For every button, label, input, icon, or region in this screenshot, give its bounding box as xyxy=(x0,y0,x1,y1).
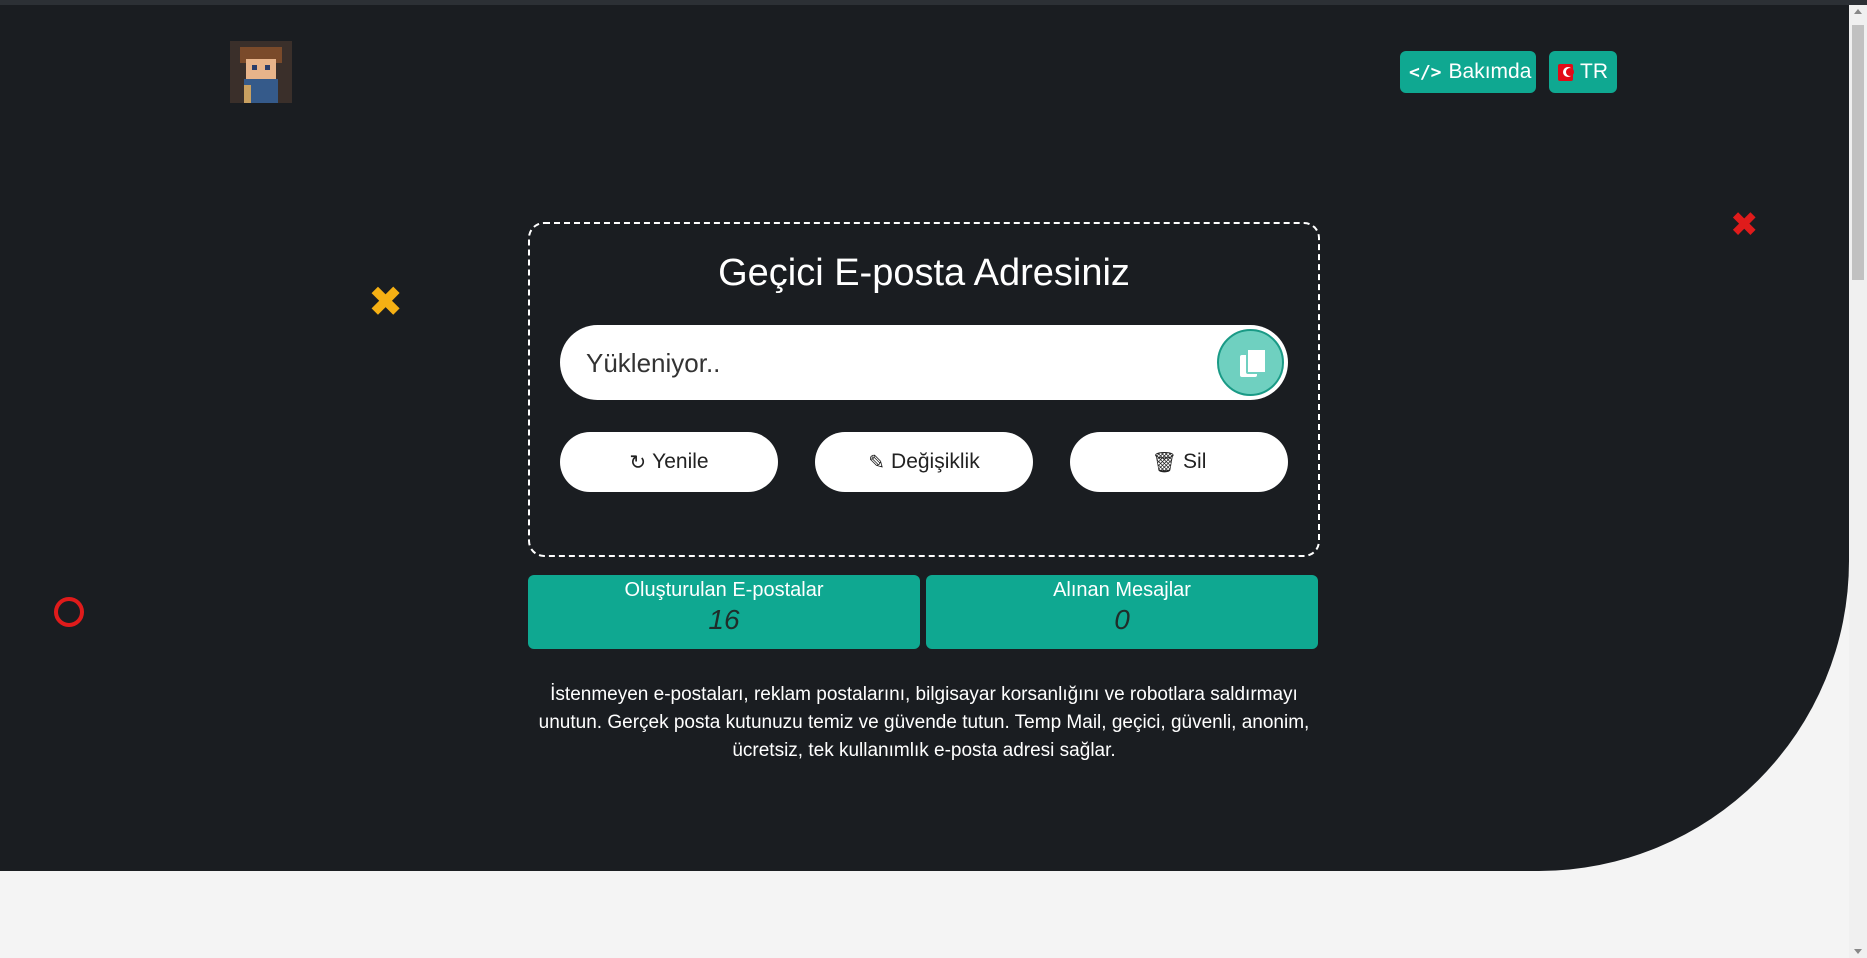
copy-button[interactable] xyxy=(1217,329,1284,396)
vertical-scrollbar[interactable] xyxy=(1849,5,1867,958)
created-emails-count: 16 xyxy=(708,604,740,635)
change-button[interactable]: ✎ Değişiklik xyxy=(815,432,1033,492)
maintenance-button[interactable]: </> Bakımda xyxy=(1400,51,1536,93)
received-messages-count: 0 xyxy=(1114,604,1130,635)
scroll-down-icon[interactable] xyxy=(1854,949,1862,954)
email-address-input[interactable] xyxy=(584,325,1188,402)
trash-icon: 🗑 xyxy=(1151,451,1178,474)
refresh-icon: ↻ xyxy=(629,451,647,474)
delete-button[interactable]: 🗑 Sil xyxy=(1070,432,1288,492)
scroll-up-icon[interactable] xyxy=(1854,9,1862,14)
maintenance-label: Bakımda xyxy=(1448,60,1532,83)
language-label: TR xyxy=(1580,60,1608,83)
code-icon: </> xyxy=(1409,61,1442,83)
card-title: Geçici E-posta Adresiniz xyxy=(718,252,1130,294)
delete-label: Sil xyxy=(1183,450,1207,473)
page: </> Bakımda TR ✖ ✖ Geçici E-posta Adresi… xyxy=(0,0,1867,958)
change-label: Değişiklik xyxy=(891,450,980,473)
turkey-flag-icon xyxy=(1558,63,1574,81)
received-messages-label: Alınan Mesajlar xyxy=(1053,579,1191,601)
hero-section: </> Bakımda TR ✖ ✖ Geçici E-posta Adresi… xyxy=(0,5,1849,871)
created-emails-label: Oluşturulan E-postalar xyxy=(624,579,824,601)
yellow-x-decoration-icon: ✖ xyxy=(368,277,404,326)
red-ring-decoration-icon xyxy=(54,597,84,627)
language-button[interactable]: TR xyxy=(1549,51,1617,93)
red-x-decoration-icon: ✖ xyxy=(1730,205,1759,245)
pencil-icon: ✎ xyxy=(868,451,886,474)
email-card: Geçici E-posta Adresiniz ↻ Yenile ✎ Deği… xyxy=(528,222,1320,557)
site-logo-avatar[interactable] xyxy=(230,41,292,103)
scrollbar-thumb[interactable] xyxy=(1852,25,1864,280)
received-messages-stat: Alınan Mesajlar 0 xyxy=(926,575,1318,649)
description-text: İstenmeyen e-postaları, reklam postaları… xyxy=(538,684,1310,761)
refresh-label: Yenile xyxy=(652,450,709,473)
refresh-button[interactable]: ↻ Yenile xyxy=(560,432,778,492)
email-field-container xyxy=(560,325,1288,402)
created-emails-stat: Oluşturulan E-postalar 16 xyxy=(528,575,920,649)
